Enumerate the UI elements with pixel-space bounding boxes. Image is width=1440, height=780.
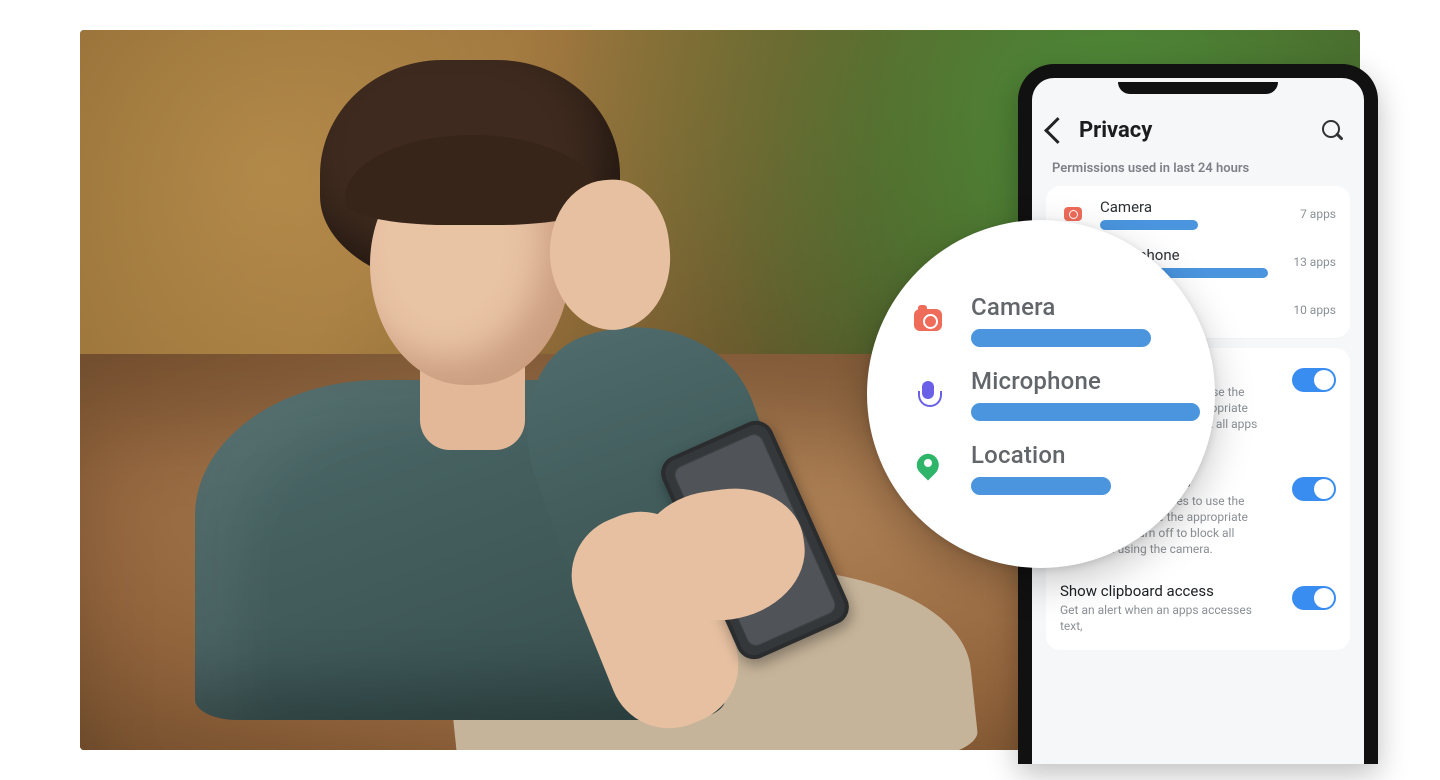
section-heading: Permissions used in last 24 hours [1032,153,1364,180]
setting-title: Show clipboard access [1060,582,1260,600]
zoom-bar [971,403,1200,421]
zoom-label: Microphone [971,367,1200,395]
camera-icon [1064,207,1082,221]
camera-icon [914,309,942,331]
zoom-label: Location [971,441,1111,469]
page-title: Privacy [1079,118,1152,143]
promo-stage: Privacy Permissions used in last 24 hour… [0,0,1440,780]
back-icon[interactable] [1044,117,1071,144]
usage-label: Camera [1100,198,1278,216]
usage-count: 10 apps [1293,303,1336,317]
zoom-callout: Camera Microphone Location [867,220,1215,568]
titlebar: Privacy [1032,98,1364,153]
setting-desc: Get an alert when an apps accesses text, [1060,602,1260,634]
zoom-bar [971,329,1151,347]
toggle-camera-access[interactable] [1292,368,1336,392]
zoom-row-microphone: Microphone [911,367,1195,421]
zoom-row-camera: Camera [911,293,1195,347]
microphone-icon [920,381,936,407]
usage-count: 13 apps [1293,255,1336,269]
toggle-clipboard-access[interactable] [1292,586,1336,610]
search-icon[interactable] [1322,120,1344,142]
zoom-label: Camera [971,293,1151,321]
usage-bar [1100,220,1198,230]
setting-row-clipboard-access[interactable]: Show clipboard access Get an alert when … [1046,570,1350,646]
toggle-microphone-access[interactable] [1292,477,1336,501]
usage-count: 7 apps [1300,207,1336,221]
person-on-couch [150,60,790,740]
zoom-row-location: Location [911,441,1195,495]
zoom-bar [971,477,1111,495]
location-icon [917,454,939,482]
